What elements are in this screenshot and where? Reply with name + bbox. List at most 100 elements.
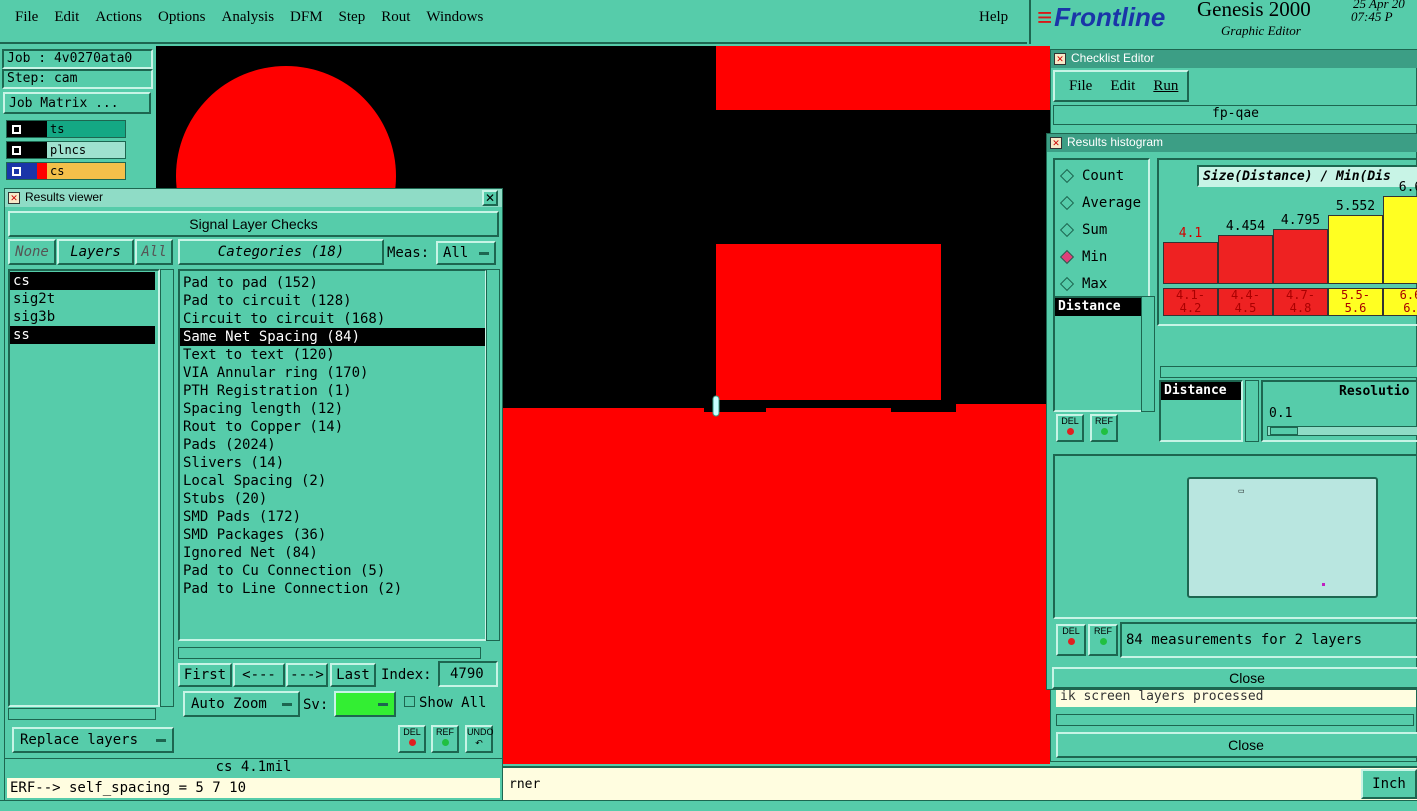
menu-actions[interactable]: Actions xyxy=(95,9,142,26)
mode-radio-sum[interactable]: Sum xyxy=(1055,216,1148,243)
job-matrix-button[interactable]: Job Matrix ... xyxy=(3,92,151,114)
ref-label: REF xyxy=(436,727,454,737)
preview-ref-button[interactable]: REF xyxy=(1088,624,1118,656)
category-item[interactable]: Slivers (14) xyxy=(180,454,485,472)
last-button[interactable]: Last xyxy=(330,663,376,687)
category-item[interactable]: Pad to Line Connection (2) xyxy=(180,580,485,598)
resolution-slider[interactable] xyxy=(1267,426,1417,436)
window-menu-icon[interactable]: ✕ xyxy=(1054,53,1066,65)
histogram-bar[interactable] xyxy=(1218,235,1273,284)
none-button[interactable]: None xyxy=(8,239,56,265)
preview-del-button[interactable]: DEL xyxy=(1056,624,1086,656)
category-item[interactable]: Same Net Spacing (84) xyxy=(180,328,485,346)
units-button[interactable]: Inch xyxy=(1361,769,1417,799)
close-icon[interactable]: ✕ xyxy=(482,190,498,206)
del-label: DEL xyxy=(1062,626,1080,636)
checklist-log-line: ik screen layers processed xyxy=(1056,689,1416,707)
category-item[interactable]: Spacing length (12) xyxy=(180,400,485,418)
distance-field-vscroll[interactable] xyxy=(1245,380,1259,442)
checklist-hscroll[interactable] xyxy=(1056,714,1414,726)
chart-hscroll[interactable] xyxy=(1160,366,1417,378)
category-item[interactable]: Circuit to circuit (168) xyxy=(180,310,485,328)
mode-radio-min[interactable]: Min xyxy=(1055,243,1148,270)
window-menu-icon[interactable]: ✕ xyxy=(8,192,20,204)
severity-select[interactable] xyxy=(334,691,396,717)
menu-windows[interactable]: Windows xyxy=(426,9,483,26)
category-item[interactable]: Pad to Cu Connection (5) xyxy=(180,562,485,580)
histogram-del-button[interactable]: DEL xyxy=(1056,414,1084,442)
distance-field-item[interactable]: Distance xyxy=(1161,382,1241,400)
menu-edit[interactable]: Edit xyxy=(54,9,79,26)
window-menu-icon[interactable]: ✕ xyxy=(1050,137,1062,149)
category-item[interactable]: Pad to pad (152) xyxy=(180,274,485,292)
histogram-bar[interactable] xyxy=(1273,229,1328,284)
layer-row-plncs[interactable]: plncs xyxy=(6,141,126,159)
meas-select[interactable]: All xyxy=(436,241,496,265)
layer-row-ts[interactable]: ts xyxy=(6,120,126,138)
resolution-slider-thumb[interactable] xyxy=(1270,427,1298,435)
layer-toggle-icon[interactable] xyxy=(7,121,37,137)
distance-list-item[interactable]: Distance xyxy=(1055,298,1141,316)
histogram-bar[interactable] xyxy=(1383,196,1417,284)
histogram-bar[interactable] xyxy=(1163,242,1218,284)
layer-list-item[interactable]: cs xyxy=(10,272,155,290)
category-item[interactable]: VIA Annular ring (170) xyxy=(180,364,485,382)
help-menu[interactable]: Help xyxy=(979,9,1008,26)
show-all-checkbox[interactable] xyxy=(404,696,415,707)
histogram-close-button[interactable]: Close xyxy=(1052,667,1417,689)
categories-hscroll[interactable] xyxy=(178,647,481,659)
layer-list-vscroll[interactable] xyxy=(160,269,174,707)
layers-button[interactable]: Layers xyxy=(57,239,134,265)
category-item[interactable]: PTH Registration (1) xyxy=(180,382,485,400)
menu-options[interactable]: Options xyxy=(158,9,206,26)
menu-analysis[interactable]: Analysis xyxy=(222,9,275,26)
prev-button[interactable]: <--- xyxy=(233,663,285,687)
results-viewer-title: Results viewer xyxy=(25,190,104,204)
layer-list-item[interactable]: ss xyxy=(10,326,155,344)
categories-vscroll[interactable] xyxy=(486,269,500,641)
histogram-bin-label: 5.5- 5.6 xyxy=(1328,288,1383,316)
category-item[interactable]: Pads (2024) xyxy=(180,436,485,454)
layer-list-item[interactable]: sig3b xyxy=(10,308,155,326)
category-item[interactable]: Stubs (20) xyxy=(180,490,485,508)
layer-toggle-icon[interactable] xyxy=(7,142,37,158)
index-field[interactable]: 4790 xyxy=(438,661,498,687)
ref-button[interactable]: REF xyxy=(431,725,459,753)
auto-zoom-select[interactable]: Auto Zoom xyxy=(183,691,300,717)
menu-rout[interactable]: Rout xyxy=(381,9,410,26)
all-button[interactable]: All xyxy=(135,239,173,265)
del-button[interactable]: DEL xyxy=(398,725,426,753)
category-item[interactable]: Pad to circuit (128) xyxy=(180,292,485,310)
layer-toggle-icon[interactable] xyxy=(7,163,37,179)
undo-button[interactable]: UNDO ↶ xyxy=(465,725,494,753)
histogram-bar-label: 4.454 xyxy=(1225,219,1266,234)
mode-radio-average[interactable]: Average xyxy=(1055,189,1148,216)
next-button[interactable]: ---> xyxy=(286,663,328,687)
layer-row-cs[interactable]: cs xyxy=(6,162,126,180)
layer-list-hscroll[interactable] xyxy=(8,708,156,720)
checklist-menu-run[interactable]: Run xyxy=(1153,78,1178,95)
menu-step[interactable]: Step xyxy=(339,9,366,26)
layer-list-item[interactable]: sig2t xyxy=(10,290,155,308)
category-item[interactable]: SMD Packages (36) xyxy=(180,526,485,544)
histogram-title: Results histogram xyxy=(1067,135,1164,149)
category-item[interactable]: Local Spacing (2) xyxy=(180,472,485,490)
replace-layers-select[interactable]: Replace layers xyxy=(12,727,174,753)
mode-radio-count[interactable]: Count xyxy=(1055,162,1148,189)
mode-radio-max[interactable]: Max xyxy=(1055,270,1148,297)
categories-button[interactable]: Categories (18) xyxy=(178,239,384,265)
category-item[interactable]: Rout to Copper (14) xyxy=(180,418,485,436)
histogram-bar[interactable] xyxy=(1328,215,1383,284)
checklist-menu-edit[interactable]: Edit xyxy=(1110,78,1135,95)
histogram-list-vscroll[interactable] xyxy=(1141,296,1155,412)
menu-file[interactable]: File xyxy=(15,9,38,26)
histogram-ref-button[interactable]: REF xyxy=(1090,414,1118,442)
menu-dfm[interactable]: DFM xyxy=(290,9,323,26)
first-button[interactable]: First xyxy=(178,663,232,687)
checklist-menu-file[interactable]: File xyxy=(1069,78,1092,95)
category-item[interactable]: Ignored Net (84) xyxy=(180,544,485,562)
category-item[interactable]: SMD Pads (172) xyxy=(180,508,485,526)
histogram-bin-label: 6.6 6. xyxy=(1383,288,1417,316)
category-item[interactable]: Text to text (120) xyxy=(180,346,485,364)
checklist-close-button[interactable]: Close xyxy=(1056,732,1417,758)
